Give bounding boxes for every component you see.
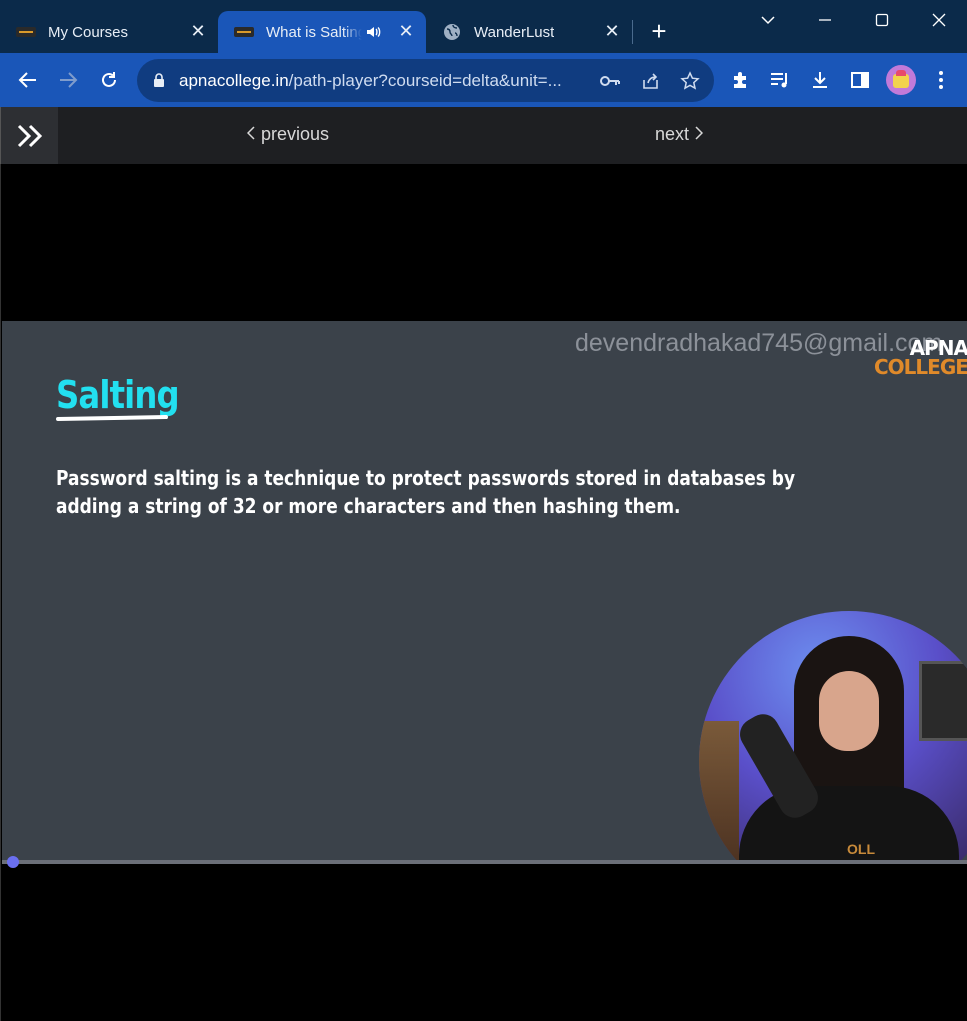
- video-player[interactable]: devendradhakad745@gmail.com APNA COLLEGE…: [0, 164, 967, 1021]
- address-bar[interactable]: apnacollege.in/path-player?courseid=delt…: [137, 59, 714, 102]
- next-label: next: [655, 124, 690, 144]
- tab-strip: My Courses ✕ What is Salting ✕ WanderLus…: [0, 0, 967, 53]
- tab-title: What is Salting: [266, 23, 362, 41]
- progress-scrubber-handle[interactable]: [7, 856, 19, 868]
- previous-link[interactable]: previous: [246, 124, 330, 145]
- next-link[interactable]: next: [655, 124, 704, 145]
- window-close-icon[interactable]: [919, 6, 959, 34]
- globe-icon: [442, 24, 462, 40]
- tab-my-courses[interactable]: My Courses ✕: [0, 11, 218, 53]
- apna-college-logo: APNA COLLEGE: [874, 336, 967, 379]
- college-favicon-icon: [16, 25, 36, 39]
- url-path: /path-player?courseid=delta&unit=...: [288, 71, 562, 90]
- browser-toolbar: apnacollege.in/path-player?courseid=delt…: [0, 53, 967, 107]
- video-progress-bar[interactable]: [2, 860, 967, 864]
- title-underline: [55, 415, 169, 421]
- reload-icon[interactable]: [93, 64, 125, 96]
- tab-title: WanderLust: [474, 23, 555, 41]
- kebab-menu-icon[interactable]: [928, 67, 954, 93]
- close-tab-icon[interactable]: ✕: [602, 21, 622, 41]
- college-favicon-icon: [234, 25, 254, 39]
- close-tab-icon[interactable]: ✕: [188, 21, 208, 41]
- lock-icon[interactable]: [153, 73, 165, 88]
- share-icon[interactable]: [640, 70, 662, 92]
- new-tab-icon[interactable]: +: [646, 18, 672, 45]
- minimize-icon[interactable]: [805, 6, 845, 34]
- slide-title: Salting: [56, 373, 180, 417]
- chevron-right-icon: [695, 124, 704, 145]
- chevron-left-icon: [246, 124, 255, 145]
- tab-search-chevron-icon[interactable]: [748, 6, 788, 34]
- extensions-puzzle-icon[interactable]: [728, 67, 754, 93]
- forward-arrow-icon[interactable]: [52, 64, 84, 96]
- slide-body-text: Password salting is a technique to prote…: [56, 466, 796, 518]
- key-icon[interactable]: [599, 70, 621, 92]
- profile-avatar[interactable]: [886, 65, 916, 95]
- url-text[interactable]: apnacollege.in/path-player?courseid=delt…: [179, 71, 562, 91]
- expand-sidebar-icon[interactable]: [1, 107, 58, 164]
- tab-title: My Courses: [48, 23, 129, 41]
- media-control-icon[interactable]: [767, 67, 793, 93]
- shirt-logo-text: OLL: [847, 841, 875, 857]
- presenter-video-bubble: OLL: [699, 611, 967, 864]
- tab-what-is-salting[interactable]: What is Salting ✕: [218, 11, 426, 53]
- close-tab-icon[interactable]: ✕: [396, 21, 416, 41]
- url-host: apnacollege.in: [179, 71, 289, 90]
- maximize-icon[interactable]: [862, 6, 902, 34]
- tab-wanderlust[interactable]: WanderLust ✕: [426, 11, 632, 53]
- download-icon[interactable]: [807, 67, 833, 93]
- back-arrow-icon[interactable]: [12, 64, 44, 96]
- lecture-slide: devendradhakad745@gmail.com APNA COLLEGE…: [2, 321, 967, 864]
- audio-playing-icon[interactable]: [365, 23, 383, 41]
- side-panel-icon[interactable]: [847, 67, 873, 93]
- previous-label: previous: [261, 124, 330, 144]
- course-navigation-bar: previous next: [0, 107, 967, 164]
- tab-separator: [632, 20, 633, 44]
- bookmark-star-icon[interactable]: [679, 70, 701, 92]
